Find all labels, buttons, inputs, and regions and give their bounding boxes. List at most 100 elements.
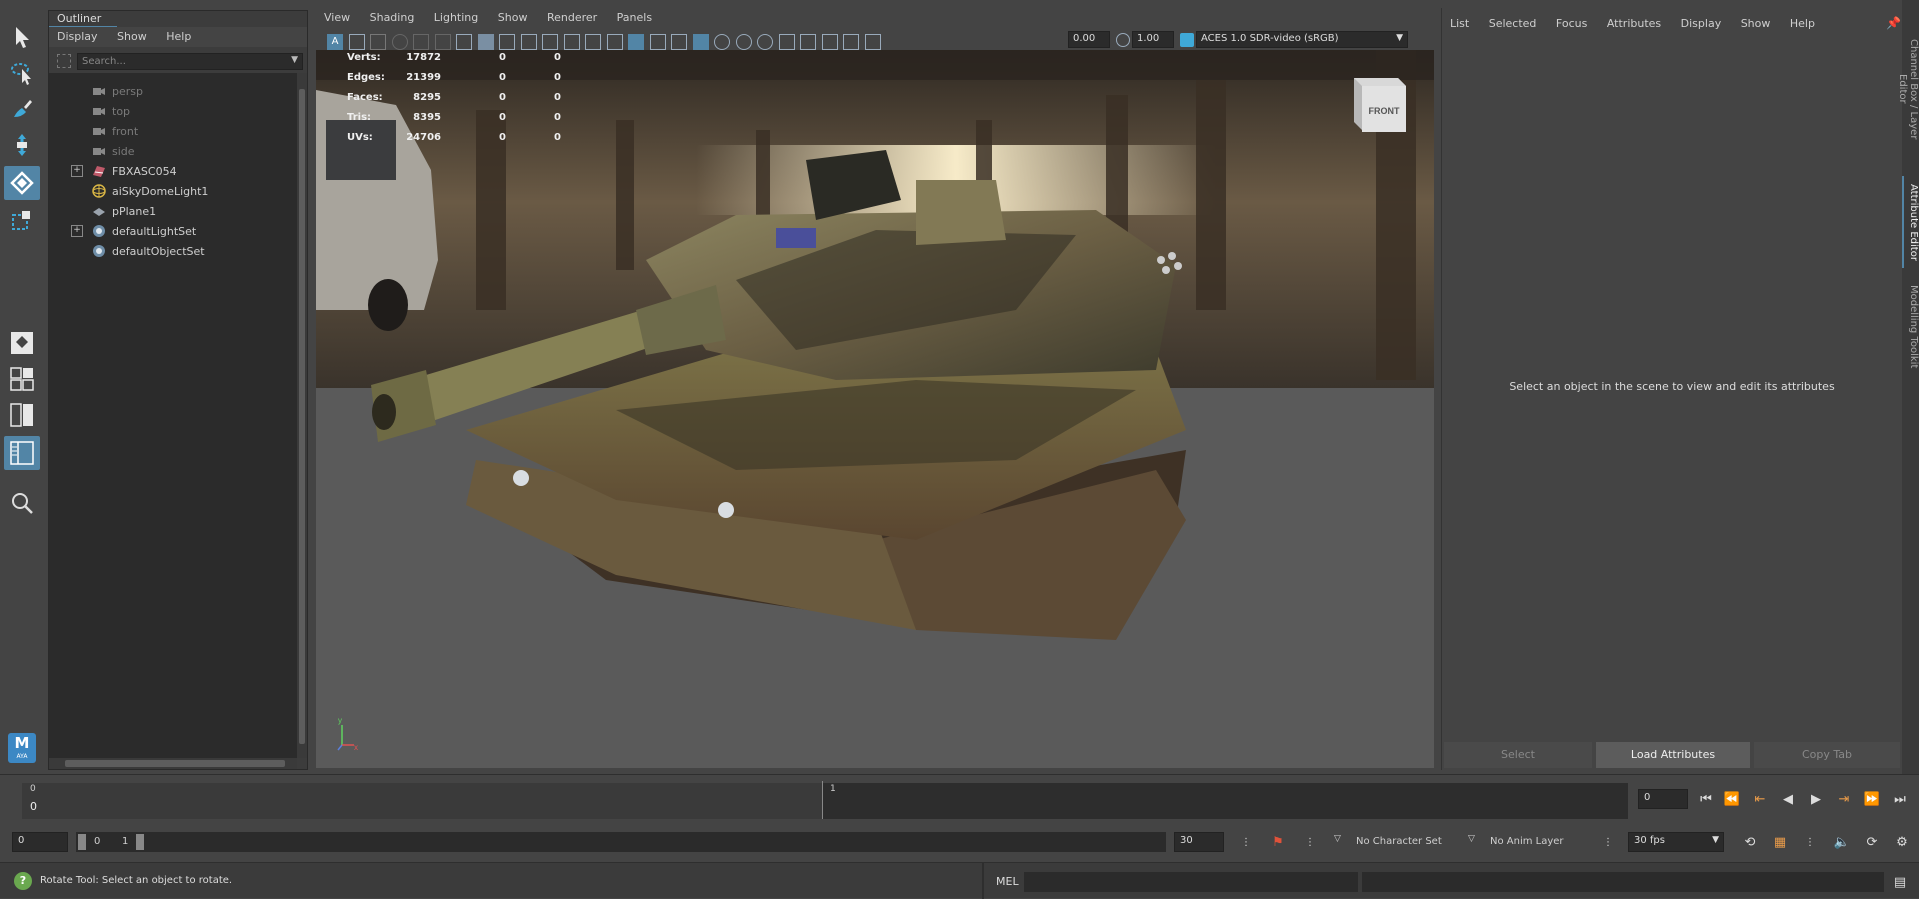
- script-language-label[interactable]: MEL: [996, 875, 1019, 888]
- character-set-dropdown[interactable]: No Character Set: [1356, 836, 1442, 847]
- anim-layer-dropdown[interactable]: No Anim Layer: [1490, 836, 1564, 847]
- outliner-menu-display[interactable]: Display: [49, 27, 106, 46]
- safe-title-icon[interactable]: [585, 34, 601, 50]
- grease-pencil-icon[interactable]: [434, 34, 451, 50]
- viewport-menu-show[interactable]: Show: [490, 8, 536, 27]
- scale-tool-icon[interactable]: [4, 204, 40, 238]
- chevron-down-icon[interactable]: ▽: [1334, 834, 1341, 844]
- mel-command-input[interactable]: [1024, 872, 1358, 892]
- outliner-menu-help[interactable]: Help: [158, 27, 199, 46]
- resolution-gate-icon[interactable]: [499, 34, 515, 50]
- anti-aliasing-icon[interactable]: [778, 34, 795, 50]
- outliner-item-defaultobjectset[interactable]: defaultObjectSet: [49, 241, 297, 261]
- outliner-item-aiskydomelight1[interactable]: aiSkyDomeLight1: [49, 181, 297, 201]
- safe-action-icon[interactable]: [563, 34, 580, 50]
- viewport-menu-shading[interactable]: Shading: [362, 8, 423, 27]
- ae-menu-list[interactable]: List: [1442, 14, 1477, 33]
- expand-icon[interactable]: +: [71, 225, 83, 237]
- rotate-tool-icon[interactable]: [4, 166, 40, 200]
- play-forwards-icon[interactable]: ▶: [1806, 789, 1826, 809]
- chevron-down-icon[interactable]: ▽: [1468, 834, 1475, 844]
- play-backwards-icon[interactable]: ◀: [1778, 789, 1798, 809]
- tab-attribute-editor[interactable]: Attribute Editor: [1902, 176, 1919, 268]
- go-to-start-icon[interactable]: ⏮: [1696, 789, 1716, 809]
- gamma-icon[interactable]: [1116, 33, 1130, 47]
- lasso-tool-icon[interactable]: [4, 56, 40, 90]
- cache-playback-icon[interactable]: ▦: [1770, 832, 1790, 852]
- filter-icon[interactable]: [57, 54, 71, 68]
- xray-icon[interactable]: [821, 34, 838, 50]
- range-slider-track[interactable]: [76, 832, 1166, 852]
- bookmarks-icon[interactable]: [370, 34, 386, 50]
- outliner-horizontal-scroll-thumb[interactable]: [65, 760, 285, 767]
- outliner-tab[interactable]: Outliner: [49, 11, 117, 27]
- playback-speed-icon[interactable]: ⟳: [1862, 832, 1882, 852]
- select-button[interactable]: Select: [1444, 742, 1592, 768]
- pin-icon[interactable]: 📌: [1886, 16, 1901, 30]
- use-all-lights-icon[interactable]: [692, 34, 709, 50]
- search-icon[interactable]: [4, 486, 40, 520]
- range-start-handle[interactable]: [78, 834, 86, 850]
- script-editor-icon[interactable]: ▤: [1890, 872, 1910, 892]
- expand-icon[interactable]: +: [71, 165, 83, 177]
- ae-menu-selected[interactable]: Selected: [1481, 14, 1545, 33]
- 2d-pan-zoom-icon[interactable]: [413, 34, 429, 50]
- viewport-menu-view[interactable]: View: [316, 8, 358, 27]
- textured-icon[interactable]: [671, 34, 687, 50]
- viewport-menu-lighting[interactable]: Lighting: [426, 8, 486, 27]
- loop-playback-icon[interactable]: ⟲: [1740, 832, 1760, 852]
- tab-channel-box[interactable]: Channel Box / Layer Editor: [1897, 24, 1919, 154]
- image-plane-icon[interactable]: [391, 34, 408, 50]
- current-frame-field[interactable]: 0: [1638, 789, 1688, 809]
- color-management-icon[interactable]: [1180, 33, 1194, 47]
- outliner-persp-layout-icon[interactable]: [4, 436, 40, 470]
- outliner-item-defaultlightset[interactable]: + defaultLightSet: [49, 221, 297, 241]
- motion-blur-icon[interactable]: [757, 34, 773, 50]
- xray-joints-icon[interactable]: [843, 34, 859, 50]
- range-end-handle[interactable]: [136, 834, 144, 850]
- animation-start-field[interactable]: 0: [12, 832, 68, 852]
- view-transform-dropdown[interactable]: ACES 1.0 SDR-video (sRGB) ▼: [1196, 31, 1408, 48]
- wireframe-on-shaded-icon[interactable]: [649, 34, 666, 50]
- tab-modelling-toolkit[interactable]: Modelling Toolkit: [1902, 282, 1919, 372]
- outliner-item-pplane1[interactable]: pPlane1: [49, 201, 297, 221]
- app-badge-icon[interactable]: M AYA: [8, 733, 36, 763]
- step-forward-frame-icon[interactable]: ⏩: [1862, 789, 1882, 809]
- help-icon[interactable]: ?: [14, 872, 32, 890]
- outliner-item-side[interactable]: side: [49, 141, 297, 161]
- ae-menu-display[interactable]: Display: [1673, 14, 1730, 33]
- shadows-icon[interactable]: [714, 34, 730, 50]
- grid-icon[interactable]: [456, 34, 472, 50]
- move-tool-icon[interactable]: [4, 128, 40, 162]
- step-back-key-icon[interactable]: ⇤: [1750, 789, 1770, 809]
- fps-dropdown[interactable]: 30 fps ▼: [1628, 832, 1724, 852]
- outliner-item-top[interactable]: top: [49, 101, 297, 121]
- smooth-shade-icon[interactable]: [628, 34, 644, 50]
- outliner-search-input[interactable]: Search... ▼: [77, 53, 303, 70]
- select-camera-icon[interactable]: A: [327, 34, 343, 50]
- film-gate-icon[interactable]: [477, 34, 494, 50]
- outliner-item-front[interactable]: front: [49, 121, 297, 141]
- exposure-field[interactable]: 0.00: [1068, 31, 1110, 48]
- step-back-frame-icon[interactable]: ⏪: [1722, 789, 1742, 809]
- paint-select-tool-icon[interactable]: [4, 92, 40, 126]
- outliner-menu-show[interactable]: Show: [109, 27, 155, 46]
- ae-menu-show[interactable]: Show: [1733, 14, 1779, 33]
- gamma-field[interactable]: 1.00: [1132, 31, 1174, 48]
- select-tool-icon[interactable]: [4, 20, 40, 54]
- copy-tab-button[interactable]: Copy Tab: [1754, 742, 1900, 768]
- auto-key-icon[interactable]: ⚑: [1268, 832, 1288, 852]
- step-forward-key-icon[interactable]: ⇥: [1834, 789, 1854, 809]
- two-pane-layout-icon[interactable]: [4, 398, 40, 432]
- ae-menu-focus[interactable]: Focus: [1548, 14, 1595, 33]
- animation-prefs-icon[interactable]: ⚙: [1892, 832, 1912, 852]
- animation-end-field[interactable]: 30: [1174, 832, 1224, 852]
- outliner-vertical-scroll-thumb[interactable]: [299, 89, 305, 744]
- go-to-end-icon[interactable]: ⏭: [1890, 789, 1910, 809]
- search-dropdown-icon[interactable]: ▼: [291, 55, 298, 65]
- outliner-item-fbxasc054[interactable]: + FBXASC054: [49, 161, 297, 181]
- camera-attributes-icon[interactable]: [348, 34, 365, 50]
- ae-menu-help[interactable]: Help: [1782, 14, 1823, 33]
- view-cube[interactable]: FRONT: [1354, 78, 1406, 132]
- ambient-occlusion-icon[interactable]: [735, 34, 752, 50]
